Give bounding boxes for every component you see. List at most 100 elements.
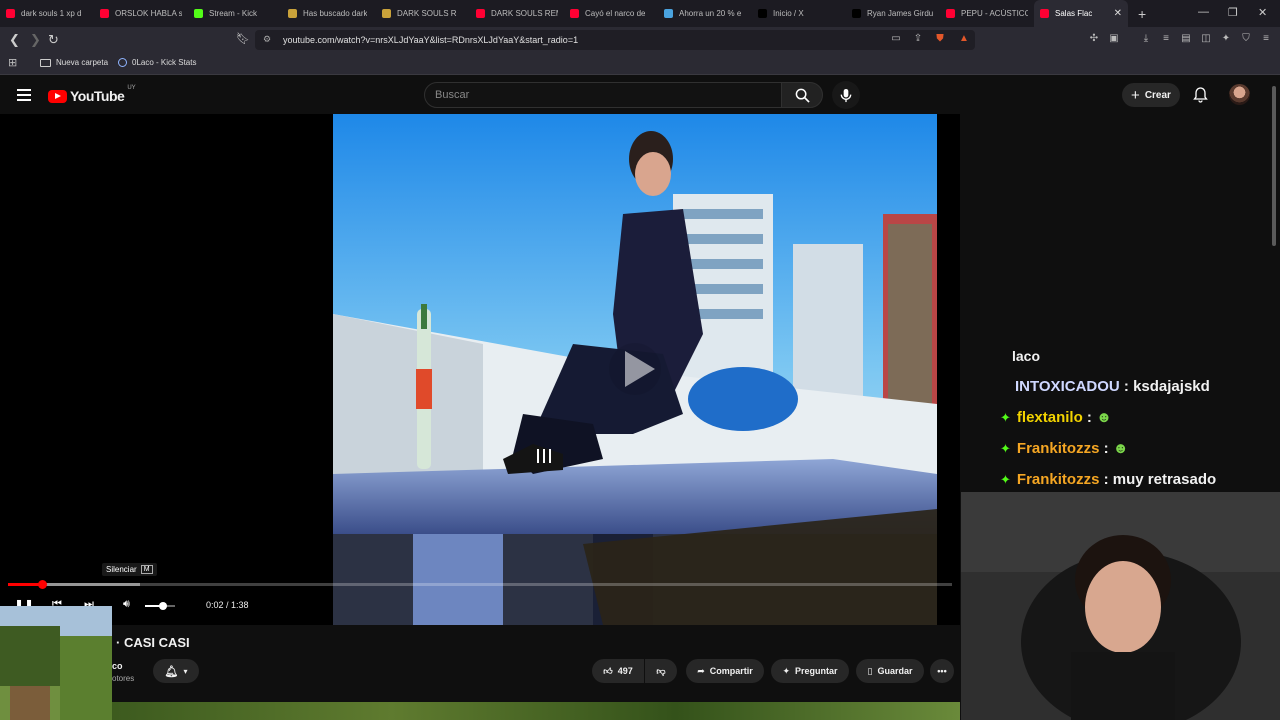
share-icon[interactable]: ⇪ (912, 33, 924, 45)
apps-grid-icon[interactable]: ⊞ (8, 56, 17, 69)
site-info-icon[interactable]: ⚙︎ (263, 34, 271, 45)
chat-header: laco (1012, 347, 1041, 364)
notifications-dropdown[interactable]: 🔔︎ ▾ (153, 659, 199, 683)
gameplay-overlay (0, 606, 112, 720)
tab-label: Ahorra un 20 % e (679, 9, 742, 18)
chat-separator: : (1099, 440, 1113, 457)
rewards-icon[interactable]: ▲ (958, 33, 970, 45)
chat-username: flextanilo (1016, 409, 1083, 426)
browser-tab[interactable]: DARK SOULS REM (470, 0, 564, 27)
restore-icon[interactable]: ❐ (1228, 6, 1238, 19)
chevron-down-icon: ▾ (183, 666, 188, 676)
kick-badge-icon: ✦ (1000, 409, 1011, 425)
chat-message: ✦ Frankitozzs : muy retrasado (1000, 464, 1260, 495)
volume-icon[interactable]: 🔊︎ (123, 598, 130, 611)
recommendation-strip (108, 702, 960, 720)
bookmark-kick-stats[interactable]: 0Laco - Kick Stats (118, 58, 196, 67)
dislike-button[interactable]: 👎︎ (645, 659, 677, 683)
microphone-icon (840, 88, 852, 102)
search-input[interactable]: Buscar (424, 82, 782, 108)
sidebar-icon[interactable]: ▤ (1180, 33, 1192, 45)
back-icon[interactable]: ❮ (9, 32, 20, 48)
bookmark-label: Nueva carpeta (56, 58, 109, 67)
voice-search-button[interactable] (832, 81, 860, 109)
reload-icon[interactable]: ↻ (48, 32, 59, 48)
tab-favicon-icon (382, 9, 391, 18)
more-actions-button[interactable]: ••• (930, 659, 954, 683)
bookmark-folder[interactable]: Nueva carpeta (40, 58, 108, 67)
cast-icon[interactable]: ▭ (890, 33, 902, 45)
gameplay-overlay-image (0, 606, 112, 720)
close-window-icon[interactable]: ✕ (1258, 6, 1267, 19)
hamburger-menu-icon[interactable] (17, 89, 31, 101)
create-button[interactable]: + Crear (1122, 83, 1180, 107)
browser-tab[interactable]: Inicio / X (752, 0, 846, 27)
tab-label: Cayó el narco de (585, 9, 646, 18)
chat-separator: : (1099, 471, 1113, 488)
search-button[interactable] (781, 82, 823, 108)
video-info: · CASI CASI co otores 🔔︎ ▾ 👍︎ 497 👎︎ ➦ C… (0, 625, 960, 720)
tab-favicon-icon (570, 9, 579, 18)
browser-tab[interactable]: PEPU - ACÚSTICO (940, 0, 1034, 27)
page-scrollbar[interactable] (1272, 86, 1276, 246)
tab-favicon-icon (852, 9, 861, 18)
ask-button[interactable]: ✦ Preguntar (771, 659, 849, 683)
tab-favicon-icon (476, 9, 485, 18)
channel-name[interactable]: co (112, 661, 123, 671)
new-tab-icon[interactable]: + (1138, 6, 1146, 22)
video-title: · CASI CASI (116, 635, 190, 650)
video-player[interactable]: Silenciar M ❚❚ ⏮︎ ⏭︎ 🔊︎ 0:02 / 1:38 (0, 114, 960, 625)
volume-knob[interactable] (159, 602, 167, 610)
chat-text: muy retrasado (1112, 471, 1217, 488)
volume-slider[interactable] (145, 602, 175, 610)
tab-label: Inicio / X (773, 9, 804, 18)
folder-icon (40, 58, 51, 67)
tab-label: dark souls 1 xp d (21, 9, 82, 18)
kick-stats-icon (118, 58, 127, 67)
address-bar[interactable]: ⚙︎ youtube.com/watch?v=nrsXLJdYaaY&list=… (255, 30, 975, 50)
browser-tab[interactable]: Has buscado dark (282, 0, 376, 27)
chat-separator: : (1082, 409, 1097, 426)
browser-toolbar: ❮ ❯ ↻ 🔖︎ ⚙︎ youtube.com/watch?v=nrsXLJdY… (0, 27, 1280, 53)
ask-label: Preguntar (795, 666, 838, 676)
leo-ai-icon[interactable]: ✦ (1220, 33, 1232, 45)
browser-tab[interactable]: DARK SOULS R (376, 0, 470, 27)
menu-icon[interactable]: ≡ (1260, 33, 1272, 45)
wallet-icon[interactable]: ▣ (1108, 33, 1120, 45)
like-button[interactable]: 👍︎ 497 (592, 659, 644, 683)
video-frame[interactable] (333, 114, 937, 625)
share-button[interactable]: ➦ Compartir (686, 659, 764, 683)
browser-tab[interactable]: Salas Flac ✕ (1034, 0, 1128, 27)
thumbs-up-icon: 👍︎ (603, 665, 613, 676)
like-count: 497 (617, 666, 633, 676)
browser-tab[interactable]: Cayó el narco de (564, 0, 658, 27)
tab-label: DARK SOULS R (397, 9, 457, 18)
minimize-icon[interactable]: — (1198, 6, 1209, 18)
extensions-icon[interactable]: ✣ (1088, 33, 1100, 45)
bookmark-icon[interactable]: 🔖︎ (236, 32, 250, 45)
progress-bar[interactable] (8, 580, 952, 589)
notifications-bell-icon[interactable] (1193, 87, 1208, 103)
youtube-logo[interactable]: YouTube UY (48, 85, 136, 104)
vpn-icon[interactable]: ⛉ (1240, 33, 1252, 45)
tab-favicon-icon (758, 9, 767, 18)
save-button[interactable]: ▯ Guardar (856, 659, 924, 683)
chat-emote-icon: ☻ (1096, 409, 1112, 426)
wallet-icon-2[interactable]: ◫ (1200, 33, 1212, 45)
browser-tab[interactable]: Ryan James Girdu (846, 0, 940, 27)
user-avatar[interactable] (1229, 84, 1250, 105)
forward-icon[interactable]: ❯ (30, 32, 41, 48)
tab-close-icon[interactable]: ✕ (1114, 8, 1122, 19)
browser-tab[interactable]: dark souls 1 xp d (0, 0, 94, 27)
bell-icon: 🔔︎ (164, 665, 179, 678)
browser-tab[interactable]: ORSLOK HABLA s (94, 0, 188, 27)
downloads-icon[interactable]: ⤓ (1140, 33, 1152, 45)
share-arrow-icon: ➦ (697, 665, 705, 676)
history-icon[interactable]: ≡ (1160, 33, 1172, 45)
tab-label: ORSLOK HABLA s (115, 9, 182, 18)
browser-tab[interactable]: Stream - Kick (188, 0, 282, 27)
browser-tab[interactable]: Ahorra un 20 % e (658, 0, 752, 27)
shield-icon[interactable]: ⛊ (934, 33, 946, 45)
mute-tooltip: Silenciar M (102, 563, 157, 576)
progress-scrubber[interactable] (37, 580, 47, 589)
